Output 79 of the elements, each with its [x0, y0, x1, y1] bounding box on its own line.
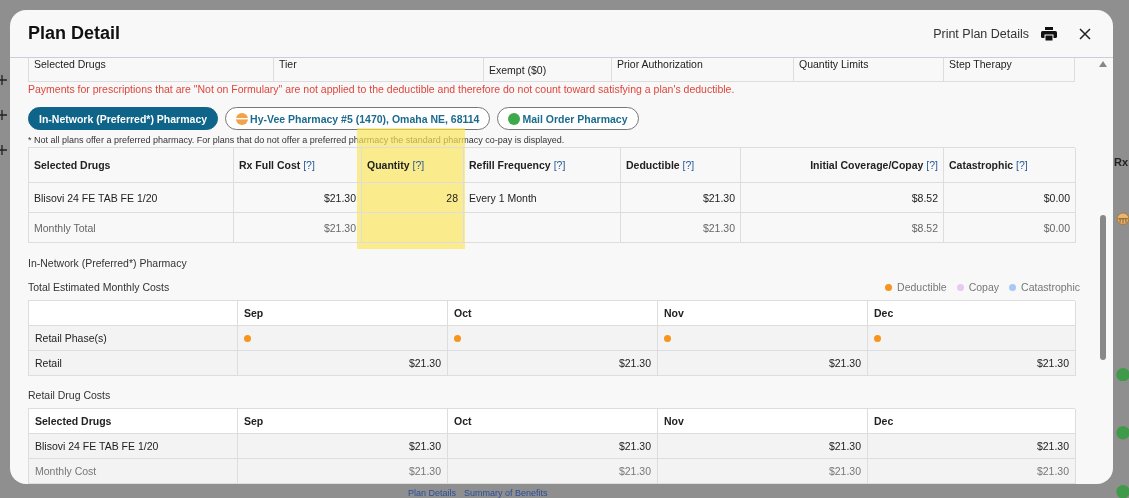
- formulary-note: Payments for prescriptions that are "Not on Formulary" are not applied to the deductible and therefore do not count toward satisfying a plan's deductible.: [28, 83, 736, 96]
- column-header: Sep: [238, 301, 448, 326]
- column-header: Exempt ($0): [484, 58, 612, 81]
- table-cell: $21.30: [238, 434, 448, 459]
- table-cell: Every 1 Month: [464, 183, 621, 213]
- row-label: Retail Phase(s): [29, 326, 238, 351]
- help-link[interactable]: [?]: [553, 159, 566, 171]
- help-link[interactable]: [?]: [303, 159, 315, 171]
- plus-icon[interactable]: [0, 110, 7, 120]
- column-header: Selected Drugs: [29, 58, 274, 81]
- column-header: Dec: [868, 301, 1076, 326]
- section-title: Retail Drug Costs: [28, 389, 112, 401]
- half-circle-icon: [236, 112, 249, 125]
- table-cell: Blisovi 24 FE TAB FE 1/20: [29, 183, 234, 213]
- table-cell: $0.00: [944, 183, 1076, 213]
- table-cell: $21.30: [868, 351, 1076, 376]
- column-header: Quantity [?]: [362, 148, 464, 183]
- table-cell: $21.30: [621, 213, 741, 243]
- help-link[interactable]: [?]: [926, 159, 938, 171]
- table-cell: $21.30: [658, 351, 868, 376]
- dialog-title: Plan Detail: [28, 23, 121, 44]
- table-cell: $8.52: [741, 213, 944, 243]
- section-label: In-Network (Preferred*) Pharmacy: [28, 257, 188, 269]
- table-cell: $21.30: [234, 183, 362, 213]
- print-link[interactable]: Print Plan Details: [933, 26, 1029, 41]
- plus-icon[interactable]: [0, 75, 7, 85]
- row-label: Retail: [29, 351, 238, 376]
- row-label: Blisovi 24 FE TAB FE 1/20: [29, 434, 238, 459]
- column-header: Selected Drugs: [29, 409, 238, 434]
- table-cell: $21.30: [658, 434, 868, 459]
- table-cell: $21.30: [238, 351, 448, 376]
- column-label: Rx: [1114, 156, 1129, 168]
- column-header: Oct: [448, 409, 658, 434]
- column-header: Rx Full Cost [?]: [234, 148, 362, 183]
- help-link[interactable]: [?]: [682, 159, 695, 171]
- column-header: Sep: [238, 409, 448, 434]
- table-cell: $21.30: [234, 213, 362, 243]
- pharmacy-tab[interactable]: In-Network (Preferred*) Pharmacy: [28, 107, 219, 130]
- help-link[interactable]: [?]: [1016, 159, 1028, 171]
- row-label: Monthly Cost: [29, 459, 238, 484]
- close-icon[interactable]: [1079, 27, 1091, 40]
- column-header: Initial Coverage/Copay [?]: [741, 148, 944, 183]
- legend-label: Copay: [968, 281, 1000, 293]
- column-header: Selected Drugs: [29, 148, 234, 183]
- column-header: Tier: [274, 58, 484, 81]
- table-cell: $21.30: [621, 183, 741, 213]
- column-header: Prior Authorization: [612, 58, 794, 81]
- section-title: Total Estimated Monthly Costs: [28, 281, 170, 293]
- column-header: Refill Frequency [?]: [464, 148, 621, 183]
- table-cell: $21.30: [658, 459, 868, 484]
- column-header: Oct: [448, 301, 658, 326]
- table-cell: $21.30: [868, 459, 1076, 484]
- table-cell: $21.30: [238, 459, 448, 484]
- column-header: Dec: [868, 409, 1076, 434]
- printer-icon[interactable]: [1041, 26, 1057, 41]
- table-cell: $8.52: [741, 183, 944, 213]
- column-header: Catastrophic [?]: [944, 148, 1076, 183]
- column-header: Quantity Limits: [794, 58, 944, 81]
- help-link[interactable]: [?]: [412, 159, 425, 171]
- circle-icon: [508, 112, 521, 125]
- basket-icon: [1116, 212, 1129, 226]
- table-cell: 28: [362, 183, 464, 213]
- table-cell: Monthly Total: [29, 213, 234, 243]
- legend-label: Catastrophic: [1021, 281, 1080, 293]
- legend-label: Deductible: [897, 281, 947, 293]
- table-cell: $21.30: [448, 351, 658, 376]
- column-header: Deductible [?]: [621, 148, 741, 183]
- scrollbar-thumb[interactable]: [1100, 215, 1106, 360]
- table-cell: $21.30: [448, 459, 658, 484]
- pharmacy-tab[interactable]: Mail Order Pharmacy: [497, 107, 639, 130]
- table-cell: $21.30: [448, 434, 658, 459]
- plus-icon[interactable]: [0, 145, 7, 155]
- column-header: Nov: [658, 301, 868, 326]
- column-header: Step Therapy: [948, 58, 1013, 72]
- table-cell: $0.00: [944, 213, 1076, 243]
- column-header: Nov: [658, 409, 868, 434]
- pharmacy-tab[interactable]: Hy-Vee Pharmacy #5 (1470), Omaha NE, 68114: [225, 107, 491, 130]
- scroll-up-icon[interactable]: [1099, 61, 1107, 67]
- table-cell: $21.30: [868, 434, 1076, 459]
